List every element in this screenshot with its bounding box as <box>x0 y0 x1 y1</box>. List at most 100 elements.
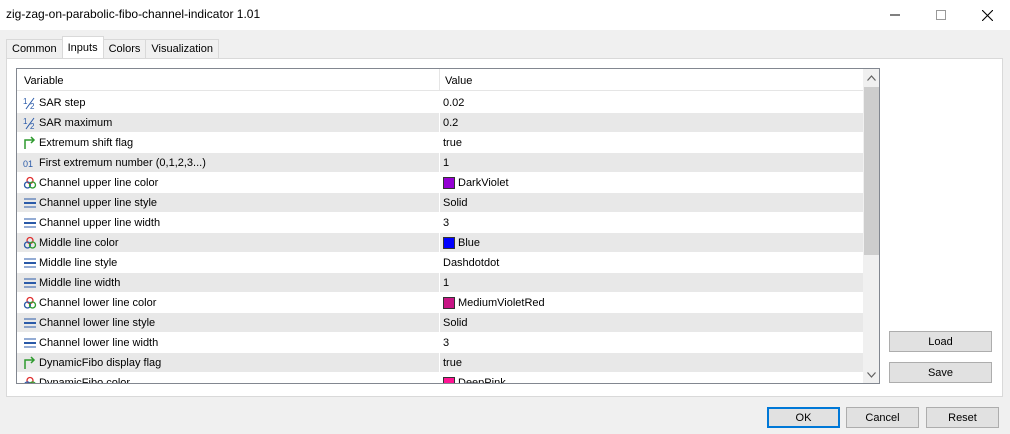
tab-label: Colors <box>108 43 141 55</box>
table-row[interactable]: Channel lower line width 3 <box>17 333 863 353</box>
table-row[interactable]: 1 2 SAR maximum 0.2 <box>17 113 863 133</box>
column-divider <box>439 273 440 293</box>
inputs-grid[interactable]: Variable Value 1 2 SAR step 0.02 1 2 SAR maxim… <box>16 68 880 384</box>
value-text: 0.2 <box>443 117 459 129</box>
scroll-down-button[interactable] <box>863 366 879 383</box>
ok-button[interactable]: OK <box>767 407 840 428</box>
value-text: MediumVioletRed <box>458 297 545 309</box>
svg-text:01: 01 <box>23 159 33 169</box>
bool-arrow-icon <box>23 136 37 150</box>
color-swatch <box>443 237 455 249</box>
minimize-icon <box>890 14 900 16</box>
column-divider <box>439 213 440 233</box>
column-divider <box>439 353 440 373</box>
variable-name: Middle line color <box>39 237 119 249</box>
variable-value[interactable]: MediumVioletRed <box>443 297 545 309</box>
minimize-button[interactable] <box>872 0 918 30</box>
scrollbar-thumb[interactable] <box>864 87 879 255</box>
tab-colors[interactable]: Colors <box>102 39 147 58</box>
line-style-icon <box>23 336 37 350</box>
header-variable[interactable]: Variable <box>24 75 64 87</box>
chevron-down-icon <box>867 371 876 378</box>
column-divider <box>439 93 440 113</box>
column-divider <box>439 333 440 353</box>
variable-name: Extremum shift flag <box>39 137 134 149</box>
variable-value[interactable]: true <box>443 137 462 149</box>
close-button[interactable] <box>964 0 1010 30</box>
table-row[interactable]: 01 First extremum number (0,1,2,3...) 1 <box>17 153 863 173</box>
table-row[interactable]: Channel lower line style Solid <box>17 313 863 333</box>
color-palette-icon <box>23 376 37 383</box>
grid-header: Variable Value <box>17 69 863 91</box>
tab-common[interactable]: Common <box>6 39 63 58</box>
variable-value[interactable]: 3 <box>443 217 449 229</box>
variable-value[interactable]: DarkViolet <box>443 177 509 189</box>
svg-text:2: 2 <box>30 102 35 110</box>
table-row[interactable]: 1 2 SAR step 0.02 <box>17 93 863 113</box>
title-bar: zig-zag-on-parabolic-fibo-channel-indica… <box>0 0 1010 30</box>
line-style-icon <box>23 216 37 230</box>
load-button[interactable]: Load <box>889 331 992 352</box>
tab-strip: Common Inputs Colors Visualization <box>6 36 219 58</box>
table-row[interactable]: DynamicFibo color DeepPink <box>17 373 863 384</box>
variable-value[interactable]: 0.2 <box>443 117 458 129</box>
reset-button[interactable]: Reset <box>926 407 999 428</box>
column-divider <box>439 173 440 193</box>
tab-inputs[interactable]: Inputs <box>61 36 104 58</box>
save-button[interactable]: Save <box>889 362 992 383</box>
close-icon <box>981 9 993 21</box>
fraction-icon: 12 <box>23 96 37 111</box>
tab-label: Inputs <box>67 41 98 54</box>
variable-value[interactable]: true <box>443 357 462 369</box>
header-divider[interactable] <box>439 69 440 91</box>
column-divider <box>439 253 440 273</box>
value-text: Blue <box>458 237 481 249</box>
column-divider <box>439 373 440 383</box>
scroll-up-button[interactable] <box>863 69 879 86</box>
table-row[interactable]: DynamicFibo display flag true <box>17 353 863 373</box>
variable-value[interactable]: DeepPink <box>443 377 506 384</box>
value-text: Solid <box>443 317 468 329</box>
variable-name: Channel lower line width <box>39 337 159 349</box>
table-row[interactable]: Middle line color Blue <box>17 233 863 253</box>
value-text: DeepPink <box>458 377 506 384</box>
value-text: true <box>443 357 462 369</box>
color-swatch <box>443 297 455 309</box>
value-text: DarkViolet <box>458 177 509 189</box>
table-row[interactable]: Middle line width 1 <box>17 273 863 293</box>
color-palette-icon <box>23 236 37 250</box>
table-row[interactable]: Middle line style Dashdotdot <box>17 253 863 273</box>
variable-value[interactable]: 0.02 <box>443 97 464 109</box>
variable-value[interactable]: Dashdotdot <box>443 257 499 269</box>
variable-value[interactable]: 3 <box>443 337 449 349</box>
svg-text:1: 1 <box>23 97 28 106</box>
maximize-button[interactable] <box>918 0 964 30</box>
variable-value[interactable]: Blue <box>443 237 480 249</box>
variable-value[interactable]: Solid <box>443 197 467 209</box>
fraction-icon: 12 <box>23 116 37 131</box>
line-style-icon <box>23 256 37 270</box>
table-row[interactable]: Channel upper line style Solid <box>17 193 863 213</box>
table-row[interactable]: Extremum shift flag true <box>17 133 863 153</box>
value-text: 3 <box>443 217 450 229</box>
grid-rows: 1 2 SAR step 0.02 1 2 SAR maximum 0.2 Extremum s… <box>17 93 863 384</box>
variable-name: First extremum number (0,1,2,3...) <box>39 157 206 169</box>
variable-value[interactable]: 1 <box>443 157 449 169</box>
variable-value[interactable]: 1 <box>443 277 449 289</box>
value-text: Solid <box>443 197 468 209</box>
column-divider <box>439 233 440 253</box>
window-title: zig-zag-on-parabolic-fibo-channel-indica… <box>6 7 261 21</box>
table-row[interactable]: Channel upper line width 3 <box>17 213 863 233</box>
vertical-scrollbar[interactable] <box>863 69 879 383</box>
tab-visualization[interactable]: Visualization <box>145 39 219 58</box>
color-swatch <box>443 377 455 383</box>
header-value[interactable]: Value <box>445 75 472 87</box>
variable-name: SAR step <box>39 97 86 109</box>
column-divider <box>439 113 440 133</box>
variable-value[interactable]: Solid <box>443 317 467 329</box>
cancel-button[interactable]: Cancel <box>846 407 919 428</box>
svg-text:1: 1 <box>23 117 28 126</box>
table-row[interactable]: Channel upper line color DarkViolet <box>17 173 863 193</box>
color-swatch <box>443 177 455 189</box>
table-row[interactable]: Channel lower line color MediumVioletRed <box>17 293 863 313</box>
